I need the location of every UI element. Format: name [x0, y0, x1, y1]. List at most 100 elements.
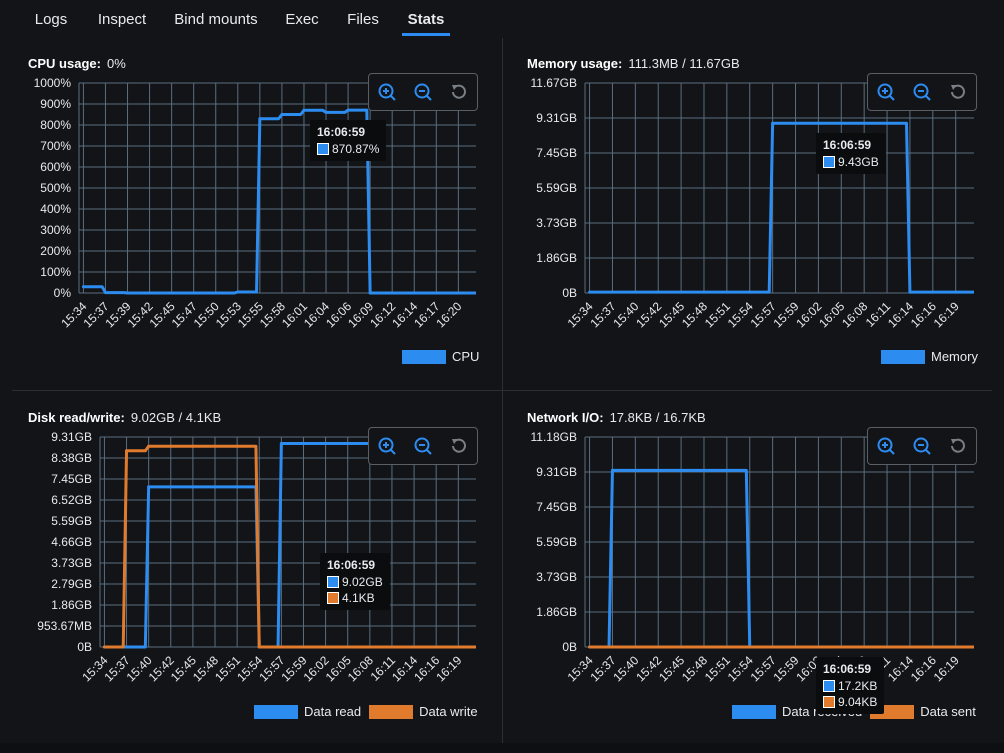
y-tick-label: 11.18GB: [531, 430, 577, 444]
data-point: [954, 645, 958, 649]
data-point: [725, 468, 729, 472]
legend-label: Data read: [304, 704, 362, 719]
x-tick-label: 15:57: [748, 653, 779, 684]
reset-zoom-button[interactable]: [447, 80, 471, 104]
zoom-in-icon: [877, 437, 895, 455]
legend-label: Memory: [931, 349, 978, 364]
data-point: [794, 645, 798, 649]
x-tick-label: 15:45: [656, 653, 687, 684]
legend-label: Data sent: [920, 704, 976, 719]
legend-swatch: [881, 349, 925, 364]
tooltip-value: 870.87%: [332, 142, 380, 156]
data-point: [588, 645, 592, 649]
x-tick-label: 16:14: [885, 653, 916, 684]
reset-zoom-button[interactable]: [946, 80, 970, 104]
tooltip-swatch: [823, 680, 835, 692]
x-tick-label: 15:37: [587, 653, 618, 684]
zoom-in-icon: [378, 83, 396, 101]
data-point: [931, 645, 935, 649]
tooltip-row: 9.43GB: [823, 155, 879, 169]
legend-label: CPU: [452, 349, 480, 364]
data-point: [656, 468, 660, 472]
tooltip-time: 16:06:59: [317, 125, 366, 139]
tooltip-value: 17.2KB: [838, 679, 878, 693]
legend-swatch: [402, 349, 446, 364]
x-tick-label: 15:40: [610, 653, 641, 684]
tooltip-value: 9.43GB: [838, 155, 879, 169]
x-tick-label: 15:51: [702, 653, 733, 684]
cpu-legend: CPU: [394, 349, 479, 364]
tooltip-swatch: [823, 156, 835, 168]
tooltip-swatch: [317, 143, 329, 155]
series-line-data-received: [589, 468, 974, 649]
zoom-in-icon: [378, 437, 396, 455]
tooltip-swatch: [327, 576, 339, 588]
tooltip-value: 4.1KB: [342, 591, 375, 605]
zoom-in-button[interactable]: [874, 80, 898, 104]
legend-item-data-write[interactable]: Data write: [369, 704, 478, 719]
zoom-in-button[interactable]: [375, 434, 399, 458]
data-point: [816, 645, 820, 649]
tooltip-row: 9.04KB: [823, 695, 877, 709]
tooltip-time: 16:06:59: [823, 662, 872, 676]
zoom-out-button[interactable]: [411, 80, 435, 104]
data-point: [702, 468, 706, 472]
data-point: [679, 468, 683, 472]
legend-item-data-sent[interactable]: Data sent: [870, 704, 976, 719]
data-point: [610, 468, 614, 472]
x-tick-label: 15:34: [565, 653, 596, 684]
network-zoom-toolbar: [867, 427, 977, 465]
zoom-in-button[interactable]: [375, 80, 399, 104]
reset-icon: [452, 84, 466, 99]
data-point: [679, 645, 683, 649]
x-tick-label: 16:19: [931, 653, 962, 684]
memory-legend: Memory: [873, 349, 978, 364]
legend-item-data-read[interactable]: Data read: [254, 704, 361, 719]
zoom-out-icon: [913, 83, 931, 101]
disk-legend: Data read Data write: [246, 704, 478, 719]
tooltip-row: 17.2KB: [823, 679, 877, 693]
x-tick-label: 15:48: [679, 653, 710, 684]
data-point: [702, 645, 706, 649]
tooltip-swatch: [327, 592, 339, 604]
y-tick-label: 1.86GB: [536, 605, 577, 619]
y-tick-label: 5.59GB: [536, 535, 577, 549]
disk-tooltip: 16:06:59 9.02GB 4.1KB: [320, 553, 390, 610]
zoom-in-icon: [877, 83, 895, 101]
memory-zoom-toolbar: [867, 73, 977, 111]
tooltip-time: 16:06:59: [823, 138, 872, 152]
data-point: [839, 645, 843, 649]
data-point: [908, 645, 912, 649]
zoom-in-button[interactable]: [874, 434, 898, 458]
y-tick-label: 9.31GB: [536, 465, 577, 479]
network-chart: 11.18GB9.31GB7.45GB5.59GB3.73GB1.86GB0B1…: [531, 430, 974, 684]
y-tick-label: 3.73GB: [536, 570, 577, 584]
y-tick-label: 0B: [562, 640, 577, 654]
legend-item-memory[interactable]: Memory: [881, 349, 978, 364]
x-tick-label: 15:54: [725, 653, 756, 684]
status-bar: [0, 743, 1004, 753]
zoom-out-button[interactable]: [910, 434, 934, 458]
reset-zoom-button[interactable]: [447, 434, 471, 458]
data-point: [633, 645, 637, 649]
y-tick-label: 7.45GB: [536, 500, 577, 514]
legend-item-cpu[interactable]: CPU: [402, 349, 479, 364]
zoom-out-button[interactable]: [411, 434, 435, 458]
data-point: [610, 645, 614, 649]
x-tick-label: 15:42: [633, 653, 664, 684]
tooltip-time: 16:06:59: [327, 558, 376, 572]
data-point: [656, 645, 660, 649]
network-tooltip: 16:06:59 17.2KB 9.04KB: [816, 657, 885, 714]
tooltip-row: 4.1KB: [327, 591, 383, 605]
reset-zoom-button[interactable]: [946, 434, 970, 458]
reset-icon: [951, 84, 965, 99]
x-tick-label: 15:59: [771, 653, 802, 684]
data-point: [885, 645, 889, 649]
zoom-out-icon: [414, 83, 432, 101]
tooltip-value: 9.04KB: [838, 695, 878, 709]
legend-swatch: [369, 704, 414, 719]
zoom-out-button[interactable]: [910, 80, 934, 104]
data-point: [633, 468, 637, 472]
tooltip-value: 9.02GB: [342, 575, 383, 589]
cpu-tooltip: 16:06:59 870.87%: [310, 120, 387, 161]
